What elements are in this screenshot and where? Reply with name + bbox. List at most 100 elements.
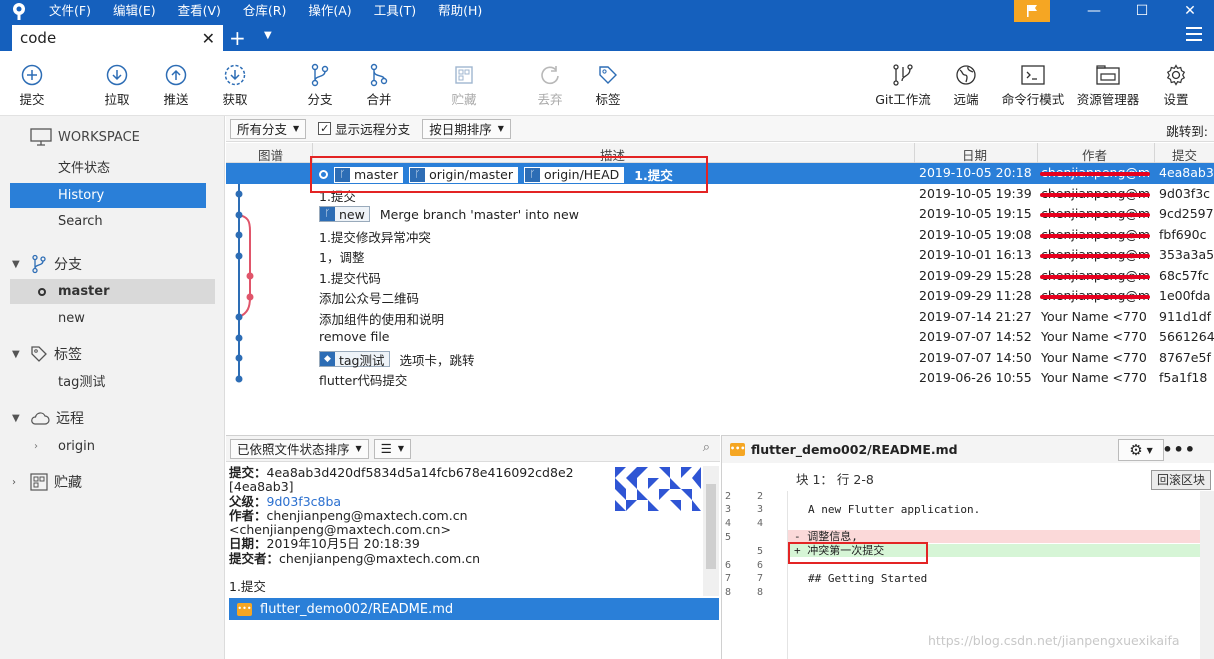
- branch-icon: ᚴ: [320, 207, 335, 221]
- branches-title: 分支: [54, 257, 82, 273]
- explorer-button[interactable]: 资源管理器: [1076, 61, 1140, 108]
- list-lines-icon: ☰: [380, 441, 392, 456]
- chevron-right-icon: ›: [12, 476, 16, 488]
- branch-name: new: [58, 311, 85, 326]
- pull-button[interactable]: 拉取: [89, 61, 145, 108]
- column-graph[interactable]: 图谱: [258, 145, 283, 164]
- sidebar-item-search[interactable]: Search: [10, 209, 206, 234]
- menu-actions[interactable]: 操作(A): [297, 0, 362, 22]
- list-view-dropdown[interactable]: ☰ ▼: [373, 438, 412, 459]
- commit-row[interactable]: flutter代码提交 2019-06-26 10:55 Your Name <…: [226, 368, 1214, 389]
- diff-file-title: ••• flutter_demo002/README.md: [730, 442, 958, 457]
- explorer-folder-icon: [1096, 61, 1120, 89]
- tag-button[interactable]: 标签: [580, 61, 636, 108]
- fetch-button[interactable]: 获取: [207, 61, 263, 108]
- maximize-button[interactable]: ☐: [1118, 0, 1166, 22]
- commit-date: 2019-10-05 19:39: [919, 185, 1032, 201]
- commit-plus-icon: [21, 61, 43, 89]
- column-author[interactable]: 作者: [1082, 145, 1107, 164]
- discard-button[interactable]: 丢弃: [522, 61, 578, 108]
- hamburger-menu-icon[interactable]: [1186, 27, 1202, 41]
- commit-button[interactable]: 提交: [4, 61, 60, 108]
- sidebar-tag-item[interactable]: tag测试: [10, 370, 215, 395]
- discard-icon: [539, 61, 561, 89]
- menu-bar: 文件(F) 编辑(E) 查看(V) 仓库(R) 操作(A) 工具(T) 帮助(H…: [38, 0, 493, 22]
- new-tab-plus-icon[interactable]: +: [229, 24, 246, 52]
- sidebar-section-branches[interactable]: ▼ 分支: [12, 254, 82, 274]
- toolbar: 提交 拉取 推送 获取 分支 合并 贮藏 丢弃 标签 Git工作流 远端 命令行…: [0, 51, 1214, 116]
- commit-message: 添加组件的使用和说明: [319, 311, 445, 327]
- git-flow-button[interactable]: Git工作流: [874, 61, 932, 108]
- flag-icon[interactable]: [1014, 0, 1050, 22]
- branch-filter-dropdown[interactable]: 所有分支 ▼: [230, 118, 307, 139]
- chevron-down-icon: ▼: [1146, 445, 1153, 455]
- sidebar-branch-master[interactable]: master: [10, 279, 215, 304]
- committer-label: 提交者：: [229, 550, 280, 566]
- branch-tag[interactable]: ᚴ new: [319, 206, 370, 222]
- show-remote-branches-checkbox[interactable]: ✓ 显示远程分支: [318, 119, 410, 138]
- window-controls: — ☐ ✕: [1014, 0, 1214, 22]
- changed-file-item[interactable]: ••• flutter_demo002/README.md: [229, 598, 719, 620]
- redaction-scribble: [1040, 275, 1150, 279]
- tag-badge[interactable]: ◆ tag测试: [319, 351, 390, 368]
- commit-row[interactable]: ◆ tag测试 选项卡，跳转 2019-07-07 14:50 Your Name…: [226, 348, 1214, 369]
- merge-button[interactable]: 合并: [351, 61, 407, 108]
- more-options-icon[interactable]: •••: [1162, 440, 1196, 459]
- column-commit[interactable]: 提交: [1172, 145, 1197, 164]
- sidebar-section-tags[interactable]: ▼ 标签: [12, 344, 82, 364]
- pull-label: 拉取: [104, 92, 130, 107]
- file-sort-dropdown[interactable]: 已依照文件状态排序 ▼: [230, 438, 369, 459]
- menu-edit[interactable]: 编辑(E): [102, 0, 167, 22]
- diff-line-context: ## Getting Started: [808, 572, 928, 585]
- changed-file-name: flutter_demo002/README.md: [260, 601, 454, 617]
- push-button[interactable]: 推送: [148, 61, 204, 108]
- close-tab-icon[interactable]: ✕: [202, 29, 215, 48]
- chevron-down-icon: ▼: [12, 412, 20, 424]
- sidebar-branch-new[interactable]: new: [10, 306, 215, 331]
- sidebar-remote-origin[interactable]: › origin: [10, 434, 215, 459]
- close-window-button[interactable]: ✕: [1166, 0, 1214, 22]
- remote-button[interactable]: 远端: [938, 61, 994, 108]
- terminal-button[interactable]: 命令行模式: [1000, 61, 1066, 108]
- commit-hash: fbf690c: [1159, 226, 1207, 242]
- column-date[interactable]: 日期: [962, 145, 987, 164]
- sidebar-section-remotes[interactable]: ▼ 远程: [12, 408, 84, 428]
- commit-hash: 353a3a5: [1159, 247, 1214, 262]
- settings-button[interactable]: 设置: [1148, 61, 1204, 108]
- search-icon[interactable]: ⌕: [703, 440, 710, 455]
- tab-dropdown-icon[interactable]: ▼: [264, 30, 272, 41]
- diff-view: 块 1： 行 2-8 回滚区块 22 33 44 5 5 66 77 88 A …: [721, 463, 1214, 659]
- globe-icon: [955, 61, 977, 89]
- tab-bar: code ✕: [0, 22, 1214, 51]
- menu-file[interactable]: 文件(F): [38, 0, 102, 22]
- menu-repository[interactable]: 仓库(R): [232, 0, 297, 22]
- diff-options-button[interactable]: ⚙ ▼: [1118, 439, 1164, 461]
- jump-to-label[interactable]: 跳转到:: [1166, 121, 1208, 140]
- commit-hash: 5661264: [1159, 329, 1214, 344]
- commit-row[interactable]: 添加组件的使用和说明 2019-07-14 21:27 Your Name <7…: [226, 307, 1214, 328]
- sidebar-item-history[interactable]: History: [10, 183, 206, 208]
- revert-hunk-button[interactable]: 回滚区块: [1150, 470, 1211, 490]
- chevron-down-icon: ▼: [497, 124, 504, 133]
- menu-tools[interactable]: 工具(T): [363, 0, 427, 22]
- diff-scrollbar[interactable]: [1200, 491, 1214, 659]
- merge-icon: [368, 61, 390, 89]
- commit-hash: 68c57fc: [1159, 267, 1209, 283]
- menu-help[interactable]: 帮助(H): [427, 0, 493, 22]
- redaction-scribble: [1040, 234, 1150, 238]
- menu-view[interactable]: 查看(V): [167, 0, 232, 22]
- tab-code[interactable]: code ✕: [12, 25, 223, 51]
- sidebar-section-stash[interactable]: › 贮藏: [12, 472, 82, 492]
- sidebar-item-file-status[interactable]: 文件状态: [10, 156, 206, 181]
- minimize-button[interactable]: —: [1070, 0, 1118, 22]
- commit-label: 提交: [19, 92, 45, 107]
- parent-link[interactable]: 9d03f3c8ba: [267, 494, 342, 509]
- branch-button[interactable]: 分支: [292, 61, 348, 108]
- chevron-down-icon: ▼: [293, 124, 300, 133]
- commit-row[interactable]: remove file 2019-07-07 14:52 Your Name <…: [226, 327, 1214, 348]
- cloud-icon: [31, 412, 50, 425]
- details-scrollbar[interactable]: [703, 466, 719, 596]
- stash-button[interactable]: 贮藏: [436, 61, 492, 108]
- redaction-scribble: [1040, 213, 1150, 217]
- sort-order-dropdown[interactable]: 按日期排序 ▼: [422, 118, 511, 139]
